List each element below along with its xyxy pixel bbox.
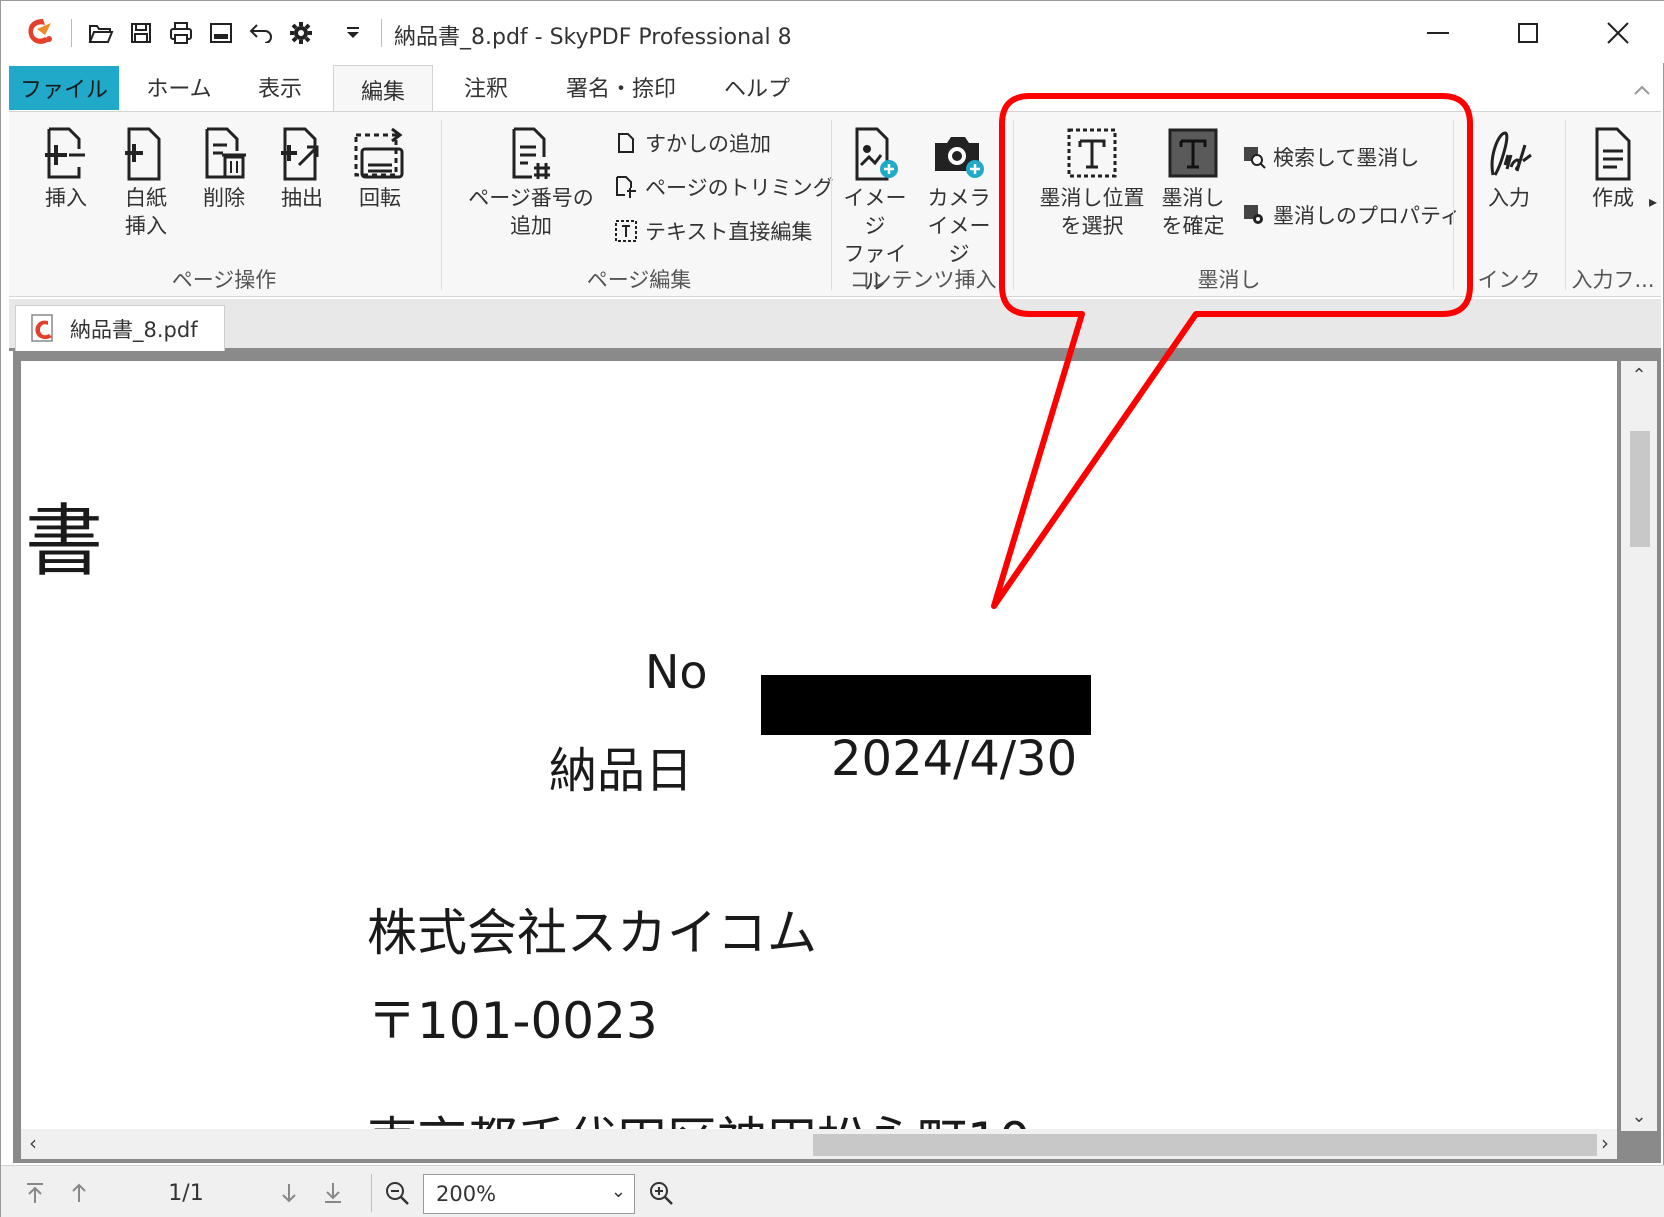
pdf-page[interactable]: 書 No 納品日 2024/4/30 株式会社スカイコム 〒101-0023 東… <box>21 361 1617 1131</box>
app-window: 納品書_8.pdf - SkyPDF Professional 8 ファイル ホ… <box>0 0 1664 1217</box>
camera-icon <box>931 122 987 184</box>
direct-text-edit-button[interactable]: テキスト直接編集 <box>613 216 812 246</box>
group-label-content-insert: コンテンツ挿入 <box>849 268 997 292</box>
document-tab-label: 納品書_8.pdf <box>70 317 198 342</box>
tab-file[interactable]: ファイル <box>9 66 119 110</box>
search-redact-button[interactable]: 検索して墨消し <box>1241 142 1419 172</box>
dropdown-icon[interactable] <box>341 19 365 47</box>
group-label-ink: インク <box>1477 268 1541 292</box>
insert-page-button[interactable]: 挿入 <box>31 122 101 212</box>
group-label-form: 入力フ... <box>1571 268 1655 292</box>
confirm-redaction-button[interactable]: 墨消し を確定 <box>1149 122 1237 240</box>
ink-input-button[interactable]: 入力 <box>1465 122 1553 212</box>
watermark-icon <box>613 130 639 156</box>
extract-page-icon <box>274 122 330 184</box>
trimming-icon <box>613 174 639 200</box>
delete-page-icon <box>196 122 252 184</box>
ribbon-scroll-right-icon[interactable]: ▸ <box>1649 192 1657 211</box>
image-file-icon <box>847 122 903 184</box>
chevron-down-icon: ⌄ <box>610 1181 626 1202</box>
group-label-redaction: 墨消し <box>1197 268 1261 292</box>
scroll-up-icon[interactable]: ⌃ <box>1621 365 1657 386</box>
last-page-icon[interactable] <box>315 1176 351 1210</box>
rotate-page-button[interactable]: 回転 <box>345 122 415 212</box>
horizontal-scrollbar[interactable]: ‹ › <box>21 1129 1617 1159</box>
group-label-page-edit: ページ編集 <box>586 268 692 292</box>
document-tab[interactable]: 納品書_8.pdf <box>15 305 225 351</box>
delivery-date-value: 2024/4/30 <box>831 731 1078 787</box>
window-title: 納品書_8.pdf - SkyPDF Professional 8 <box>394 25 792 50</box>
previous-page-icon[interactable] <box>61 1176 97 1210</box>
minimize-button[interactable] <box>1408 11 1468 55</box>
tab-home[interactable]: ホーム <box>129 65 229 109</box>
scroll-down-icon[interactable]: ⌄ <box>1621 1106 1657 1127</box>
group-label-page-ops: ページ操作 <box>171 268 277 292</box>
blank-insert-button[interactable]: 白紙 挿入 <box>111 122 181 240</box>
address-partial: 東京都千代田区神田松永町10 <box>367 1101 1031 1131</box>
form-create-button[interactable]: 作成 <box>1573 122 1653 212</box>
zoom-in-icon[interactable] <box>643 1176 679 1210</box>
print-icon[interactable] <box>165 19 197 47</box>
search-redact-icon <box>1241 144 1267 170</box>
ribbon-panel: 挿入 白紙 挿入 削除 抽出 回転 ページ操作 ページ番号の 追加 すかしの追加… <box>9 111 1661 297</box>
scan-icon[interactable] <box>205 19 237 47</box>
delete-page-button[interactable]: 削除 <box>189 122 259 212</box>
save-icon[interactable] <box>125 19 157 47</box>
add-watermark-button[interactable]: すかしの追加 <box>613 128 771 158</box>
zoom-select[interactable]: 200% ⌄ <box>423 1174 635 1214</box>
ribbon-tabs: ファイル ホーム 表示 編集 注釈 署名・捺印 ヘルプ <box>1 63 1664 113</box>
zoom-out-icon[interactable] <box>379 1176 415 1210</box>
tab-annotation[interactable]: 注釈 <box>441 65 531 109</box>
undo-icon[interactable] <box>245 19 277 47</box>
redaction-properties-icon <box>1241 202 1267 228</box>
settings-icon[interactable] <box>285 19 317 47</box>
ink-pen-icon <box>1481 122 1537 184</box>
redaction-mark[interactable] <box>761 675 1091 735</box>
horizontal-scroll-thumb[interactable] <box>813 1134 1597 1156</box>
page-number-icon <box>503 122 559 184</box>
no-label: No <box>645 645 708 699</box>
delivery-date-label: 納品日 <box>549 743 694 799</box>
company-name: 株式会社スカイコム <box>367 904 817 962</box>
document-tab-strip: 納品書_8.pdf <box>9 299 1661 351</box>
scroll-right-icon[interactable]: › <box>1601 1131 1609 1155</box>
vertical-scroll-thumb[interactable] <box>1630 431 1650 547</box>
page-title-fragment: 書 <box>25 497 104 587</box>
close-button[interactable] <box>1588 11 1648 55</box>
document-viewer[interactable]: 書 No 納品日 2024/4/30 株式会社スカイコム 〒101-0023 東… <box>13 351 1661 1163</box>
select-redaction-position-button[interactable]: 墨消し位置 を選択 <box>1027 122 1157 240</box>
skypdf-logo-icon <box>28 19 52 44</box>
folder-open-icon[interactable] <box>85 19 117 47</box>
extract-page-button[interactable]: 抽出 <box>267 122 337 212</box>
tab-edit[interactable]: 編集 <box>333 65 433 113</box>
redaction-properties-button[interactable]: 墨消しのプロパティ <box>1241 200 1461 230</box>
rotate-page-icon <box>352 122 408 184</box>
vertical-scrollbar[interactable]: ⌃ ⌄ <box>1621 361 1657 1131</box>
maximize-button[interactable] <box>1498 11 1558 55</box>
pdf-file-icon <box>31 313 53 342</box>
text-edit-icon <box>613 218 639 244</box>
first-page-icon[interactable] <box>17 1176 53 1210</box>
camera-image-button[interactable]: カメラ イメージ <box>919 122 999 268</box>
title-bar: 納品書_8.pdf - SkyPDF Professional 8 <box>1 1 1664 63</box>
postal-code: 〒101-0023 <box>367 992 658 1050</box>
redaction-select-icon <box>1064 122 1120 184</box>
status-bar: 1/1 200% ⌄ <box>1 1165 1664 1217</box>
ribbon-collapse-icon[interactable] <box>1633 77 1651 101</box>
blank-page-icon <box>118 122 174 184</box>
page-trimming-button[interactable]: ページのトリミング <box>613 172 834 202</box>
next-page-icon[interactable] <box>271 1176 307 1210</box>
form-document-icon <box>1585 122 1641 184</box>
tab-signature[interactable]: 署名・捺印 <box>551 65 691 109</box>
add-page-number-button[interactable]: ページ番号の 追加 <box>461 122 601 240</box>
redaction-confirm-icon <box>1165 122 1221 184</box>
page-indicator[interactable]: 1/1 <box>141 1176 231 1210</box>
insert-page-icon <box>38 122 94 184</box>
tab-help[interactable]: ヘルプ <box>707 65 807 109</box>
tab-view[interactable]: 表示 <box>235 65 325 109</box>
scroll-left-icon[interactable]: ‹ <box>29 1131 37 1155</box>
